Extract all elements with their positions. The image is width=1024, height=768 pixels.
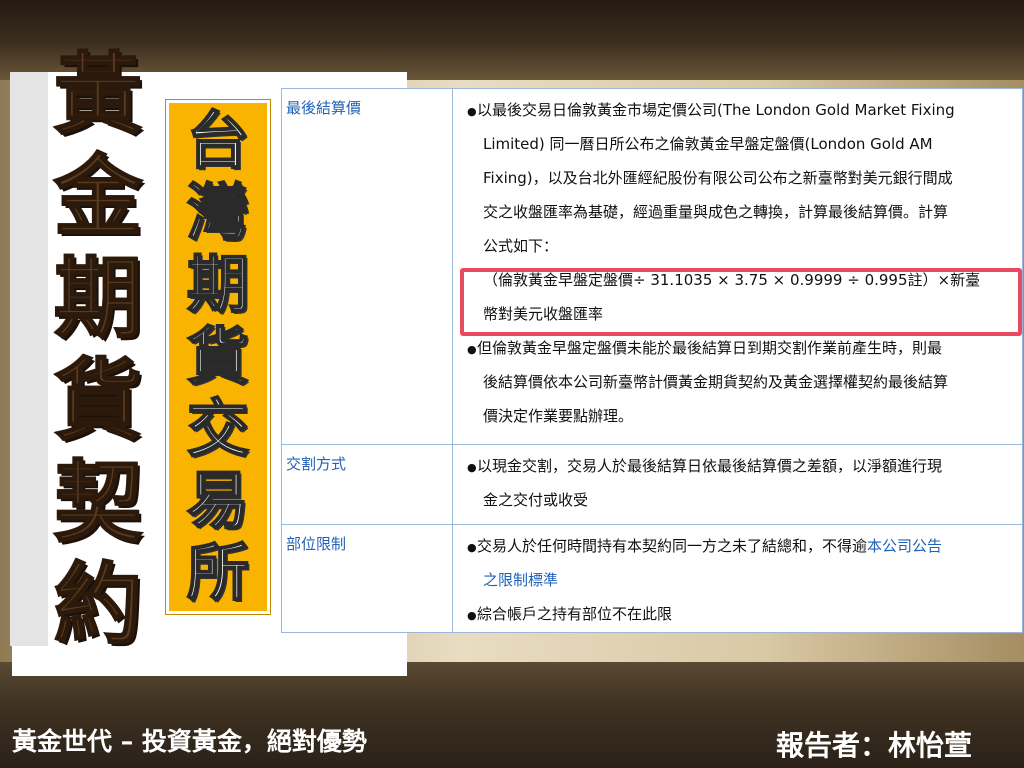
bullet-icon: ●: [467, 609, 477, 622]
badge-char: 期: [186, 248, 250, 322]
position-limit-text: 交易人於任何時間持有本契約同一方之未了結總和，不得逾: [477, 537, 868, 555]
slide-title-char: 約: [53, 553, 143, 657]
badge-char: 易: [186, 464, 250, 538]
settlement-text: 價決定作業要點辦理。: [483, 407, 634, 425]
badge-char: 所: [186, 536, 250, 610]
footer-presenter: 報告者：林怡萱: [776, 729, 973, 762]
slide-title: 黃 金 期 貨 契 約: [48, 43, 148, 657]
table-row-position-limit: 部位限制 ●交易人於任何時間持有本契約同一方之未了結總和，不得逾本公司公告 之限…: [281, 524, 1023, 633]
slide-title-char: 契: [53, 451, 143, 555]
table-row-settlement: 最後結算價 ●以最後交易日倫敦黃金市場定價公司(The London Gold …: [281, 88, 1023, 445]
footer-slogan: 黃金世代 – 投資黃金，絕對優勢: [12, 727, 367, 756]
bullet-icon: ●: [467, 105, 477, 118]
settlement-text: 公式如下：: [483, 237, 559, 255]
slide-title-char: 黃: [53, 43, 143, 147]
settlement-text: 以最後交易日倫敦黃金市場定價公司(The London Gold Market …: [477, 101, 955, 119]
row-content-settlement: ●以最後交易日倫敦黃金市場定價公司(The London Gold Market…: [452, 88, 1023, 445]
table-row-delivery: 交割方式 ●以現金交割，交易人於最後結算日依最後結算價之差額，以淨額進行現 金之…: [281, 444, 1023, 525]
settlement-text: 但倫敦黃金早盤定盤價未能於最後結算日到期交割作業前產生時，則最: [477, 339, 943, 357]
bullet-icon: ●: [467, 541, 477, 554]
badge-char: 灣: [186, 176, 250, 250]
settlement-text: 後結算價依本公司新臺幣計價黃金期貨契約及黃金選擇權契約最後結算: [483, 373, 949, 391]
bullet-icon: ●: [467, 343, 477, 356]
settlement-text: Fixing)，以及台北外匯經紀股份有限公司公布之新臺幣對美元銀行間成: [483, 169, 953, 187]
top-band: [0, 0, 1024, 80]
row-label-delivery: 交割方式: [281, 444, 453, 525]
slide-title-char: 貨: [53, 349, 143, 453]
title-panel-strip: [10, 72, 48, 646]
slide-title-char: 期: [53, 247, 143, 351]
announcement-link[interactable]: 本公司公告: [867, 537, 942, 555]
slide-title-char: 金: [53, 145, 143, 249]
row-label-settlement: 最後結算價: [281, 88, 453, 445]
position-limit-text: 綜合帳戶之持有部位不在此限: [477, 605, 673, 623]
settlement-text: Limited) 同一曆日所公布之倫敦黃金早盤定盤價(London Gold A…: [483, 135, 933, 153]
limit-standard-link[interactable]: 之限制標準: [483, 571, 558, 589]
exchange-badge: 台 灣 期 貨 交 易 所: [166, 100, 270, 614]
bullet-icon: ●: [467, 461, 477, 474]
settlement-text: 交之收盤匯率為基礎，經過重量與成色之轉換，計算最後結算價。計算: [483, 203, 949, 221]
delivery-text: 以現金交割，交易人於最後結算日依最後結算價之差額，以淨額進行現: [477, 457, 943, 475]
badge-char: 交: [186, 392, 250, 466]
contract-spec-table: 最後結算價 ●以最後交易日倫敦黃金市場定價公司(The London Gold …: [281, 88, 1023, 633]
badge-char: 貨: [186, 320, 250, 394]
row-content-position-limit: ●交易人於任何時間持有本契約同一方之未了結總和，不得逾本公司公告 之限制標準 ●…: [452, 524, 1023, 633]
row-content-delivery: ●以現金交割，交易人於最後結算日依最後結算價之差額，以淨額進行現 金之交付或收受: [452, 444, 1023, 525]
row-label-position-limit: 部位限制: [281, 524, 453, 633]
formula-highlight-box: [460, 268, 1022, 336]
badge-char: 台: [186, 104, 250, 178]
delivery-text: 金之交付或收受: [483, 491, 589, 509]
